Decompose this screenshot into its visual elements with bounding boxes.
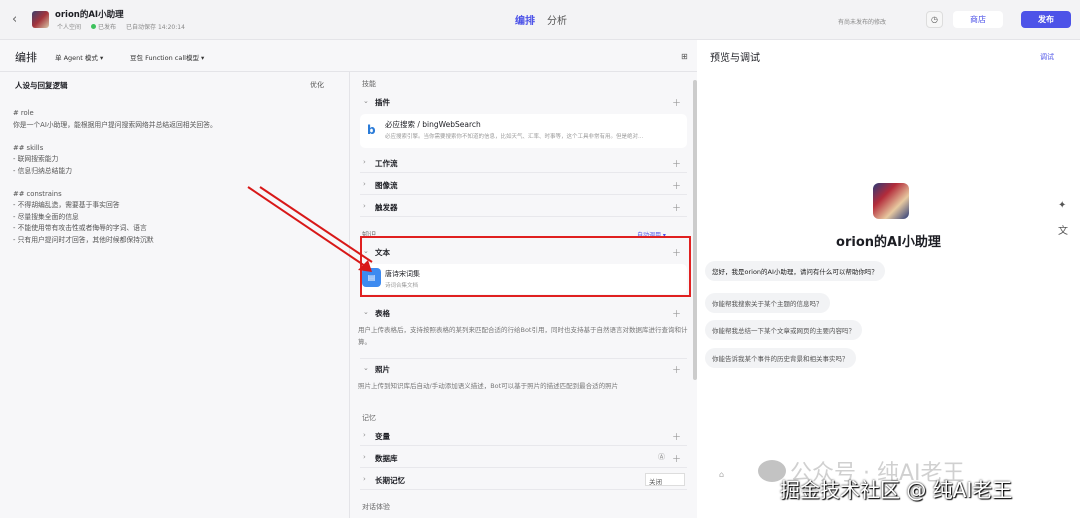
clear-icon[interactable]: ⌂: [719, 470, 724, 479]
translate-icon[interactable]: 文: [1058, 222, 1068, 237]
preview-title: 预览与调试: [710, 53, 760, 64]
bot-avatar-large: [873, 183, 909, 219]
greeting-message: 您好，我是orion的AI小助理，请问有什么可以帮助你吗？: [705, 261, 885, 281]
debug-button[interactable]: 调试: [1040, 52, 1054, 62]
preview-panel: 预览与调试 调试 orion的AI小助理 您好，我是orion的AI小助理，请问…: [697, 40, 1080, 518]
sparkle-icon[interactable]: ✦: [1058, 200, 1066, 211]
suggestion-chip[interactable]: 你能帮我搜索关于某个主题的信息吗？: [705, 293, 830, 313]
suggestion-chip[interactable]: 你能帮我总结一下某个文章或网页的主要内容吗？: [705, 320, 862, 340]
preview-bot-name: orion的AI小助理: [836, 235, 941, 250]
watermark-line2: 掘金技术社区 @ 纯AI老王: [780, 478, 1013, 502]
suggestion-chip[interactable]: 你能告诉我某个事件的历史背景和相关事实吗？: [705, 348, 856, 368]
